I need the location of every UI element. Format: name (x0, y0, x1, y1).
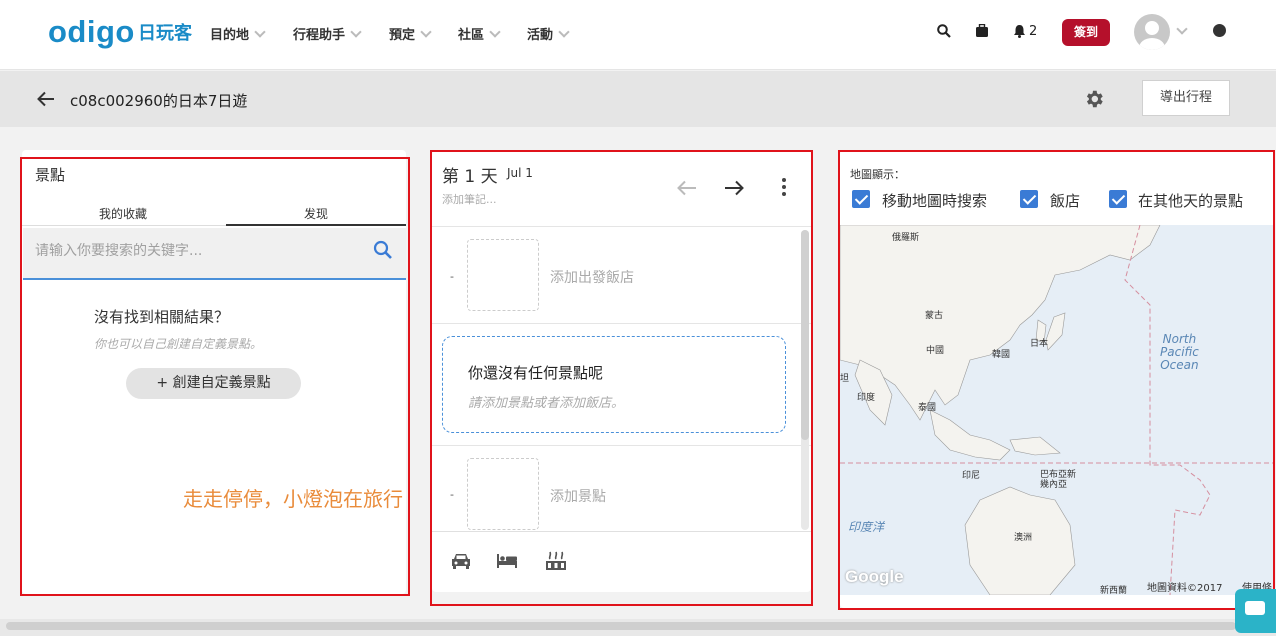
active-tab-indicator (226, 224, 406, 226)
map-display-label: 地圖顯示： (850, 168, 905, 181)
search-icon[interactable] (937, 24, 951, 38)
chevron-down-icon (350, 26, 362, 38)
day-panel: 第 1 天 Jul 1 添加筆記... - 添加出發飯店 你還沒有任何景點呢 請… (432, 150, 811, 592)
map-place: 中國 (926, 346, 945, 356)
map-place: 坦 (840, 374, 850, 384)
hotspring-icon[interactable] (545, 551, 567, 571)
chevron-down-icon (420, 26, 432, 38)
divider (432, 323, 811, 324)
map-place: 泰國 (918, 403, 937, 413)
checkbox-other-days[interactable] (1109, 190, 1127, 208)
empty-state-subtitle: 請添加景點或者添加飯店。 (468, 396, 625, 411)
nav-trip-assistant[interactable]: 行程助手 (293, 24, 362, 43)
map-place: 新西蘭 (1100, 586, 1128, 595)
attractions-panel: 景點 我的收藏 发现 沒有找到相關結果？ 你也可以自己創建自定義景點。 + 創建… (22, 150, 406, 594)
export-itinerary-button[interactable]: 導出行程 (1142, 80, 1230, 116)
trip-title: c08c002960的日本7日遊 (70, 92, 248, 110)
map-place: 巴布亞新 幾內亞 (1040, 470, 1077, 490)
suitcase-icon[interactable] (975, 24, 989, 38)
horizontal-scrollbar[interactable] (6, 622, 1236, 630)
add-departure-hotel[interactable]: 添加出發飯店 (550, 267, 634, 287)
search-box (23, 228, 406, 280)
note-input[interactable]: 添加筆記... (442, 191, 497, 207)
map-place: 日本 (1030, 339, 1049, 349)
divider (432, 445, 811, 446)
map-place: 澳洲 (1014, 533, 1033, 543)
bell-icon[interactable] (1013, 24, 1026, 38)
checkbox-hotels[interactable] (1020, 190, 1038, 208)
google-logo: Google (845, 567, 904, 586)
logo[interactable]: odigo (48, 14, 135, 50)
nav-community[interactable]: 社區 (458, 24, 501, 43)
top-nav: odigo 日玩客 目的地 行程助手 預定 社區 活動 2 簽到 (0, 0, 1276, 70)
back-arrow-icon[interactable] (37, 91, 55, 107)
globe-icon[interactable] (1213, 24, 1226, 37)
map-place: 韓國 (992, 350, 1011, 360)
day-title: 第 1 天 (442, 167, 498, 187)
nav-destinations[interactable]: 目的地 (210, 24, 266, 43)
gear-icon[interactable] (1083, 88, 1105, 110)
tab-favorites[interactable]: 我的收藏 (99, 205, 147, 222)
nav-booking[interactable]: 預定 (389, 24, 432, 43)
ocean-label: 印度洋 (848, 520, 885, 534)
watermark-text: 走走停停，小燈泡在旅行 (183, 487, 403, 511)
divider (432, 226, 811, 227)
chevron-down-icon (558, 26, 570, 38)
map[interactable]: 俄羅斯 蒙古 中國 韓國 日本 坦 印度 泰國 印尼 巴布亞新 幾內亞 澳洲 新… (840, 225, 1274, 595)
create-custom-attraction-button[interactable]: + 創建自定義景點 (126, 368, 301, 399)
empty-state-title: 你還沒有任何景點呢 (468, 364, 604, 382)
map-place: 俄羅斯 (892, 233, 920, 243)
checkbox-label: 移動地圖時搜索 (882, 192, 988, 210)
row-marker: - (450, 488, 454, 501)
tab-discover[interactable]: 发现 (304, 205, 328, 222)
empty-state-card: 你還沒有任何景點呢 請添加景點或者添加飯店。 (442, 336, 786, 433)
ocean-label: North Pacific Ocean (1160, 332, 1199, 372)
scrollbar-thumb[interactable] (801, 230, 809, 440)
row-marker: - (450, 270, 454, 283)
checkbox-label: 飯店 (1050, 192, 1081, 210)
add-attraction[interactable]: 添加景點 (550, 486, 606, 506)
day-date: Jul 1 (507, 166, 533, 180)
divider (432, 531, 811, 532)
chat-icon[interactable] (1235, 589, 1276, 633)
attraction-placeholder[interactable] (467, 458, 539, 530)
panel-title: 景點 (35, 166, 66, 184)
logo-cn[interactable]: 日玩客 (138, 19, 192, 45)
hotel-placeholder[interactable] (467, 239, 539, 311)
trip-header: c08c002960的日本7日遊 導出行程 (0, 71, 1276, 127)
car-icon[interactable] (450, 551, 472, 571)
map-place: 印尼 (962, 471, 981, 481)
map-place: 印度 (857, 393, 876, 403)
map-landmass (840, 225, 1274, 595)
signin-button[interactable]: 簽到 (1062, 19, 1110, 46)
map-credit[interactable]: 地圖資料©2017 (1147, 579, 1222, 594)
no-result-subtitle: 你也可以自己創建自定義景點。 (94, 337, 263, 351)
more-options-icon[interactable] (782, 178, 786, 199)
map-place: 蒙古 (925, 311, 944, 321)
map-panel: 地圖顯示： 移動地圖時搜索 飯店 在其他天的景點 俄羅斯 蒙古 中國 韓國 日本… (840, 150, 1274, 608)
checkbox-label: 在其他天的景點 (1138, 192, 1244, 210)
search-input[interactable] (35, 243, 355, 259)
search-icon[interactable] (372, 239, 394, 261)
avatar[interactable] (1134, 14, 1170, 50)
next-day-icon[interactable] (724, 180, 744, 196)
nav-activities[interactable]: 活動 (527, 24, 570, 43)
notification-count: 2 (1029, 24, 1038, 39)
checkbox-search-on-move[interactable] (852, 190, 870, 208)
bed-icon[interactable] (496, 551, 518, 571)
previous-day-icon[interactable] (677, 180, 697, 196)
chevron-down-icon (254, 26, 266, 38)
no-result-title: 沒有找到相關結果？ (94, 308, 230, 326)
chevron-down-icon[interactable] (1176, 23, 1188, 35)
chevron-down-icon (489, 26, 501, 38)
